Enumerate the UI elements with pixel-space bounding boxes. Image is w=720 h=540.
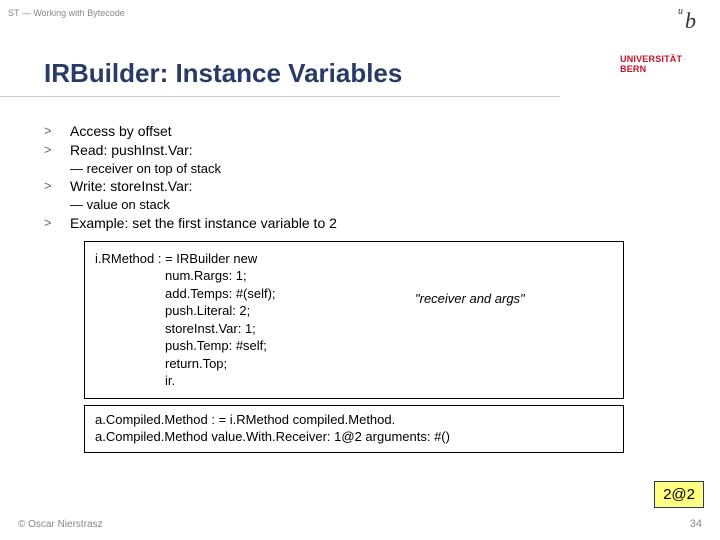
code-line: a.Compiled.Method value.With.Receiver: 1… [95, 429, 613, 446]
code-line: num.Rargs: 1; [95, 267, 613, 285]
copyright: © Oscar Nierstrasz [18, 519, 103, 530]
sub-bullet: — receiver on top of stack [70, 160, 664, 178]
code-block-1: i.RMethod : = IRBuilder new num.Rargs: 1… [84, 241, 624, 399]
bullet-text: Example: set the first instance variable… [70, 214, 664, 233]
code-annotation: "receiver and args" [415, 290, 525, 308]
breadcrumb: ST — Working with Bytecode [8, 8, 125, 18]
bullet-text: Write: storeInst.Var: [70, 177, 664, 196]
bullet-row: > Write: storeInst.Var: [44, 177, 664, 196]
code-line: a.Compiled.Method : = i.RMethod compiled… [95, 412, 613, 429]
code-line: storeInst.Var: 1; [95, 320, 613, 338]
logo-mark: ub [680, 8, 696, 34]
code-line: push.Temp: #self; [95, 337, 613, 355]
result-badge: 2@2 [654, 481, 704, 508]
logo-sup: u [678, 6, 683, 17]
code-line: i.RMethod : = IRBuilder new [95, 250, 613, 268]
slide-title: IRBuilder: Instance Variables [44, 58, 402, 89]
university-logo: ub UNIVERSITÄT BERN [600, 0, 720, 90]
code-line: push.Literal: 2; [95, 302, 613, 320]
bullet-marker: > [44, 141, 70, 160]
bullet-text: Read: pushInst.Var: [70, 141, 664, 160]
title-rule [0, 96, 560, 97]
code-line: ir. [95, 372, 613, 390]
code-line: return.Top; [95, 355, 613, 373]
code-block-2: a.Compiled.Method : = i.RMethod compiled… [84, 405, 624, 453]
bullet-marker: > [44, 214, 70, 233]
sub-bullet: — value on stack [70, 196, 664, 214]
logo-text: UNIVERSITÄT BERN [620, 54, 710, 74]
bullet-row: > Example: set the first instance variab… [44, 214, 664, 233]
page-number: 34 [690, 518, 702, 530]
bullet-marker: > [44, 122, 70, 141]
slide-body: > Access by offset > Read: pushInst.Var:… [44, 122, 664, 453]
bullet-row: > Access by offset [44, 122, 664, 141]
code-line: add.Temps: #(self); [95, 285, 613, 303]
bullet-row: > Read: pushInst.Var: [44, 141, 664, 160]
bullet-text: Access by offset [70, 122, 664, 141]
bullet-marker: > [44, 177, 70, 196]
